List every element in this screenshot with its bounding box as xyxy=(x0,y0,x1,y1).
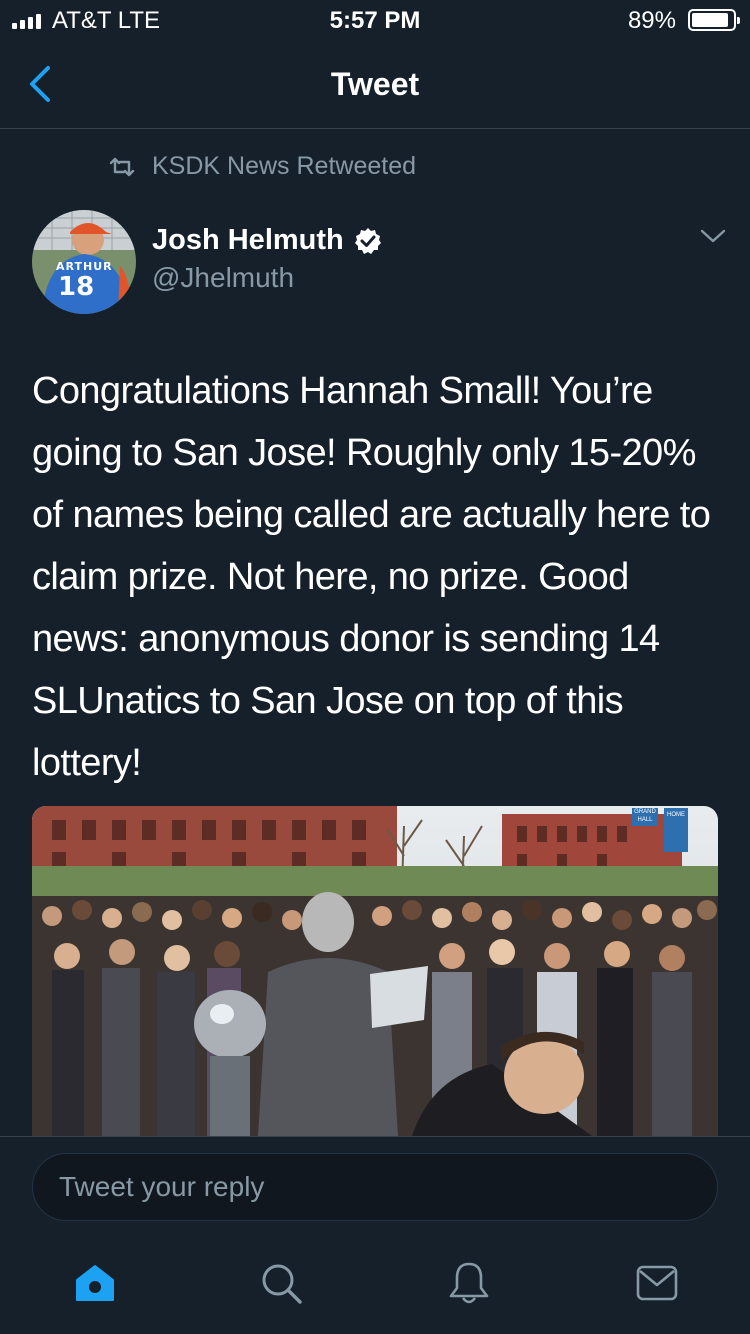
battery-percent: 89% xyxy=(627,7,676,34)
author-handle[interactable]: @Jhelmuth xyxy=(152,262,294,294)
media-sign-top: GRAND HALL xyxy=(634,809,656,823)
tweet-media-video[interactable]: GRAND HALL HOME xyxy=(32,806,718,1136)
reply-input[interactable] xyxy=(32,1153,718,1221)
media-sign-right: HOME xyxy=(667,812,685,818)
verified-badge-icon xyxy=(354,227,381,254)
tab-home[interactable] xyxy=(70,1258,120,1308)
retweeted-by-text: KSDK News Retweeted xyxy=(152,152,417,180)
tab-notifications[interactable] xyxy=(444,1258,494,1308)
retweeted-by-line[interactable]: KSDK News Retweeted xyxy=(108,152,416,181)
author-name-row[interactable]: Josh Helmuth xyxy=(152,224,382,257)
tab-search[interactable] xyxy=(256,1258,306,1308)
tweet-text: Congratulations Hannah Small! You’re goi… xyxy=(32,370,711,784)
status-bar: AT&T LTE 5:57 PM 89% xyxy=(0,0,750,40)
battery-icon xyxy=(688,9,740,31)
tab-messages[interactable] xyxy=(632,1258,682,1308)
battery-level-fill xyxy=(692,13,728,27)
search-icon xyxy=(262,1264,302,1304)
tab-bar xyxy=(0,1236,750,1334)
chevron-down-icon xyxy=(700,229,726,243)
author-name: Josh Helmuth xyxy=(152,224,344,256)
bell-icon xyxy=(449,1262,489,1304)
page-title: Tweet xyxy=(330,66,420,102)
reply-composer xyxy=(0,1136,750,1237)
video-thumbnail xyxy=(32,806,718,1136)
retweet-icon xyxy=(109,157,135,176)
navigation-bar: Tweet xyxy=(0,40,750,129)
avatar[interactable]: ARTHUR 18 xyxy=(32,210,136,314)
avatar-jersey-number: 18 xyxy=(58,272,95,302)
mail-icon xyxy=(636,1265,678,1301)
tweet-options-button[interactable] xyxy=(700,228,726,249)
home-icon xyxy=(76,1265,114,1301)
